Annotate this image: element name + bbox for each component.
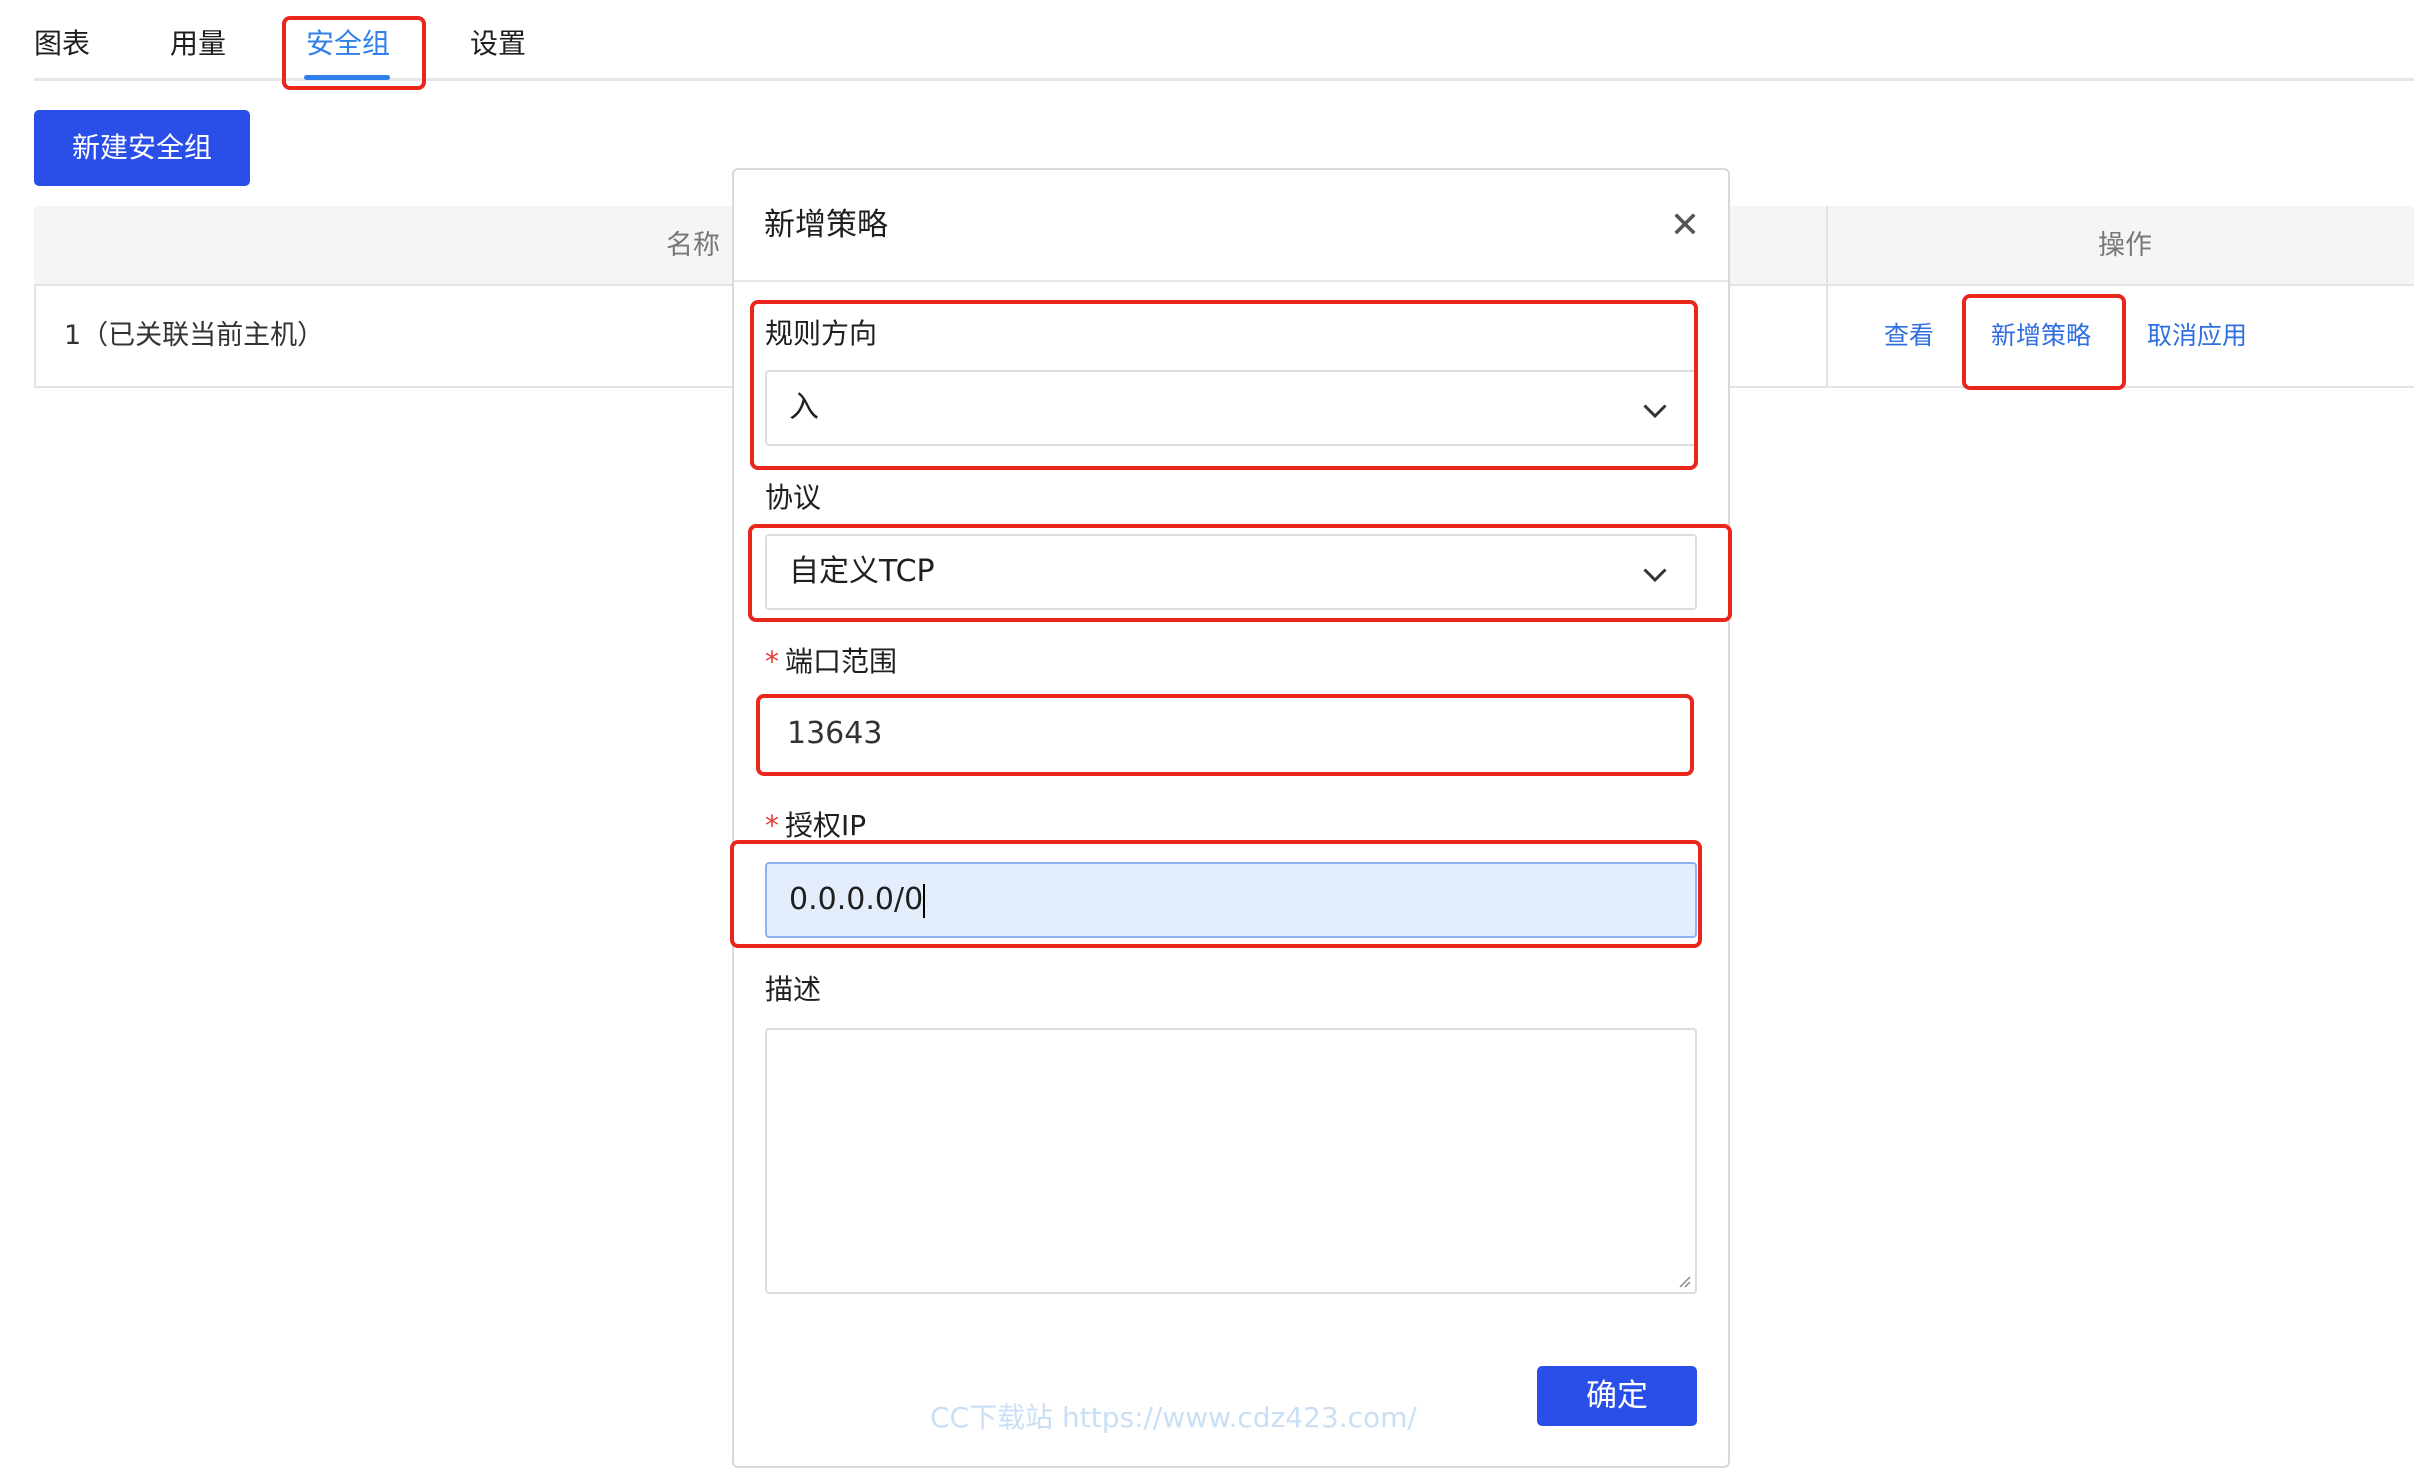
description-label: 描述 [765,973,822,1006]
dialog-title: 新增策略 [764,207,888,243]
dialog-header-divider [734,280,1728,282]
cancel-apply-link[interactable]: 取消应用 [2147,286,2247,386]
confirm-button[interactable]: 确定 [1537,1366,1697,1426]
row-name: 1（已关联当前主机） [64,320,325,351]
watermark-text: CC下载站 https://www.cdz423.com/ [930,1401,1417,1434]
port-range-label: * 端口范围 [765,642,897,682]
view-link[interactable]: 查看 [1884,286,1934,386]
tab-charts[interactable]: 图表 [34,24,90,64]
highlight-protocol [748,524,1732,622]
protocol-label: 协议 [765,481,822,514]
close-icon[interactable]: ✕ [1665,206,1705,246]
highlight-add-policy [1962,294,2126,390]
header-actions: 操作 [2098,230,2152,261]
required-mark: * [765,645,779,678]
highlight-direction [750,300,1698,470]
tab-settings[interactable]: 设置 [470,24,526,64]
highlight-port-range [756,694,1694,776]
header-name: 名称 [666,230,720,261]
column-divider [1826,206,1828,388]
description-textarea[interactable] [765,1028,1697,1294]
tab-usage[interactable]: 用量 [170,24,226,64]
resize-handle-icon[interactable] [1675,1272,1691,1288]
port-range-label-text: 端口范围 [785,645,898,678]
highlight-auth-ip [730,840,1702,948]
new-security-group-button[interactable]: 新建安全组 [34,110,250,186]
highlight-security-tab [282,16,426,90]
required-mark: * [765,809,779,842]
auth-ip-label-text: 授权IP [785,809,867,842]
